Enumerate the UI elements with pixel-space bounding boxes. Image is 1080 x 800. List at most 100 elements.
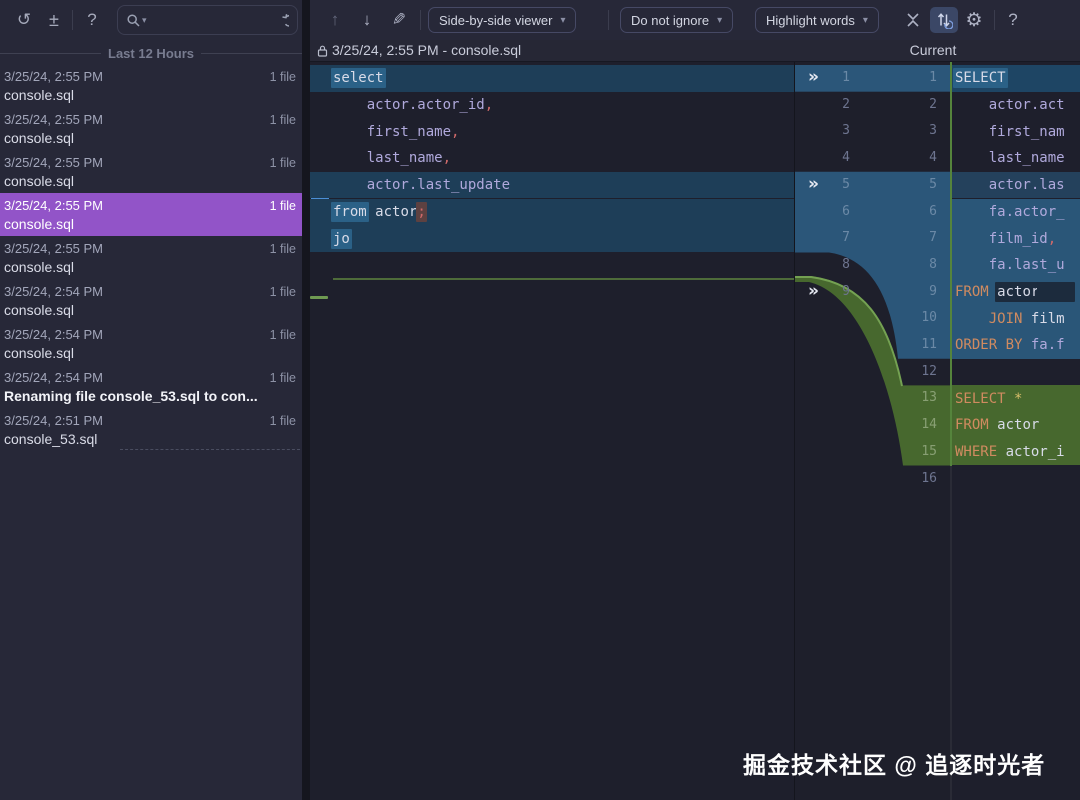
left-line-number: 6 (825, 199, 850, 226)
group-rule (201, 53, 302, 54)
code-token: actor.actor_id (367, 97, 485, 113)
right-line-number: 7 (907, 225, 937, 252)
right-line-number: 1 (907, 65, 937, 92)
code-line[interactable]: SELECT (950, 65, 1080, 92)
right-line-number: 13 (907, 385, 937, 412)
revision-file-count: 1 file (270, 328, 296, 342)
ignore-policy-dropdown[interactable]: Do not ignore ▾ (620, 7, 733, 33)
code-token: fa.last_u (989, 257, 1065, 273)
history-list-item[interactable]: 3/25/24, 2:55 PM 1 file console.sql (0, 107, 302, 150)
code-token: * (1014, 391, 1022, 407)
revision-timestamp: 3/25/24, 2:55 PM (4, 198, 103, 213)
code-line[interactable]: select (310, 65, 794, 92)
help-icon[interactable]: ? (1002, 8, 1024, 32)
left-line-number: 2 (825, 92, 850, 119)
history-list-item[interactable]: 3/25/24, 2:54 PM1 fileconsole.sql (0, 279, 302, 322)
code-token: actor_i (1006, 444, 1065, 460)
watermark-text: 掘金技术社区 @ 追逐时光者 (743, 746, 1073, 780)
code-line[interactable]: last_name, (310, 145, 794, 172)
show-diff-icon[interactable]: ± (42, 7, 66, 33)
revision-timestamp: 3/25/24, 2:55 PM (4, 112, 103, 127)
left-line-number: 3 (825, 118, 850, 145)
revision-timestamp: 3/25/24, 2:55 PM (4, 155, 103, 170)
sidebar-splitter[interactable] (302, 0, 310, 800)
code-token (955, 204, 989, 220)
chevron-down-icon: ▾ (717, 15, 722, 26)
history-list-item[interactable]: 3/25/24, 2:55 PM1 fileconsole.sql (0, 150, 302, 193)
help-icon[interactable]: ? (80, 7, 104, 33)
code-token: WHERE (955, 444, 997, 460)
next-difference-icon[interactable]: ↓ (356, 8, 378, 32)
revision-file-count: 1 file (270, 285, 296, 299)
search-input[interactable] (147, 13, 272, 28)
ignore-policy-label: Do not ignore (631, 13, 709, 28)
revision-label: Renaming file console_53.sql to con... (4, 387, 296, 406)
revision-label: console.sql (4, 344, 296, 363)
sidebar-toolbar: ↺ ± ? ▾ (0, 0, 302, 40)
history-list-item[interactable]: 3/25/24, 2:51 PM1 fileconsole_53.sql (0, 408, 302, 451)
apply-change-chevron-icon[interactable]: » (808, 65, 817, 92)
code-token: , (1048, 231, 1056, 247)
insertion-marker[interactable] (310, 296, 328, 299)
code-token: , (485, 97, 493, 113)
current-editor-pane[interactable]: SELECT actor.act first_nam last_name act… (950, 62, 1080, 800)
code-line[interactable]: JOIN film (950, 305, 1080, 332)
history-list-item[interactable]: 3/25/24, 2:55 PM1 fileconsole.sql (0, 236, 302, 279)
code-line[interactable]: ORDER BY fa.f (950, 332, 1080, 359)
gear-icon[interactable]: ⚙ (962, 8, 986, 32)
viewer-mode-label: Side-by-side viewer (439, 13, 552, 28)
code-line[interactable]: fa.last_u (950, 252, 1080, 279)
history-sidebar: ↺ ± ? ▾ (0, 0, 302, 800)
code-line[interactable]: from actor; (310, 199, 794, 226)
search-box[interactable]: ▾ (117, 5, 298, 35)
toolbar-divider (608, 10, 609, 30)
code-line[interactable]: first_name, (310, 118, 794, 145)
code-token: actor.act (989, 97, 1065, 113)
apply-change-chevron-icon[interactable]: » (808, 172, 817, 199)
apply-change-chevron-icon[interactable]: » (808, 279, 817, 306)
revision-file-count: 1 file (270, 113, 296, 127)
right-line-number: 12 (907, 359, 937, 386)
code-token (955, 97, 989, 113)
refresh-icon[interactable] (272, 13, 289, 28)
code-token (333, 97, 367, 113)
code-line[interactable]: WHERE actor_i (950, 439, 1080, 466)
code-line[interactable]: fa.actor_ (950, 199, 1080, 226)
history-list-item[interactable]: 3/25/24, 2:55 PM1 fileconsole.sql (0, 64, 302, 107)
history-list-item[interactable]: 3/25/24, 2:54 PM1 fileconsole.sql (0, 322, 302, 365)
highlight-mode-dropdown[interactable]: Highlight words ▾ (755, 7, 879, 33)
code-line[interactable]: jo (310, 225, 794, 252)
history-list-item[interactable]: 3/25/24, 2:54 PM1 fileRenaming file cons… (0, 365, 302, 408)
revision-timestamp: 3/25/24, 2:51 PM (4, 413, 103, 428)
code-token: film (1031, 311, 1065, 327)
code-line[interactable]: last_name (950, 145, 1080, 172)
revision-editor-pane[interactable]: ✓ select actor.actor_id, first_name, las… (310, 62, 795, 800)
right-line-number: 9 (907, 279, 937, 306)
code-line[interactable]: actor.las (950, 172, 1080, 199)
code-line[interactable]: actor.actor_id, (310, 92, 794, 119)
code-line[interactable]: first_nam (950, 118, 1080, 145)
code-line[interactable]: FROM actor (950, 412, 1080, 439)
code-line[interactable]: actor.last_update (310, 172, 794, 199)
code-token: first_name (367, 124, 451, 140)
toolbar-divider (420, 10, 421, 30)
code-line[interactable]: SELECT * (950, 385, 1080, 412)
code-token (997, 444, 1005, 460)
previous-difference-icon[interactable]: ↑ (324, 8, 346, 32)
code-line[interactable]: film_id, (950, 225, 1080, 252)
revision-file-count: 1 file (270, 199, 296, 213)
chevron-down-icon: ▾ (560, 15, 565, 26)
collapse-unchanged-icon[interactable] (902, 8, 924, 32)
code-token: jo (331, 229, 352, 249)
revision-label: console.sql (4, 129, 296, 148)
viewer-mode-dropdown[interactable]: Side-by-side viewer ▾ (428, 7, 576, 33)
code-line[interactable]: actor.act (950, 92, 1080, 119)
history-list-item[interactable]: 3/25/24, 2:55 PM1 fileconsole.sql (0, 193, 302, 236)
code-token (955, 124, 989, 140)
code-line[interactable]: FROM actor (950, 279, 1080, 306)
revert-icon[interactable]: ↺ (12, 7, 36, 33)
right-line-number: 5 (907, 172, 937, 199)
sync-scroll-toggle[interactable] (930, 7, 958, 33)
edit-icon[interactable]: ✎ (388, 8, 410, 32)
list-end-divider (120, 449, 300, 450)
